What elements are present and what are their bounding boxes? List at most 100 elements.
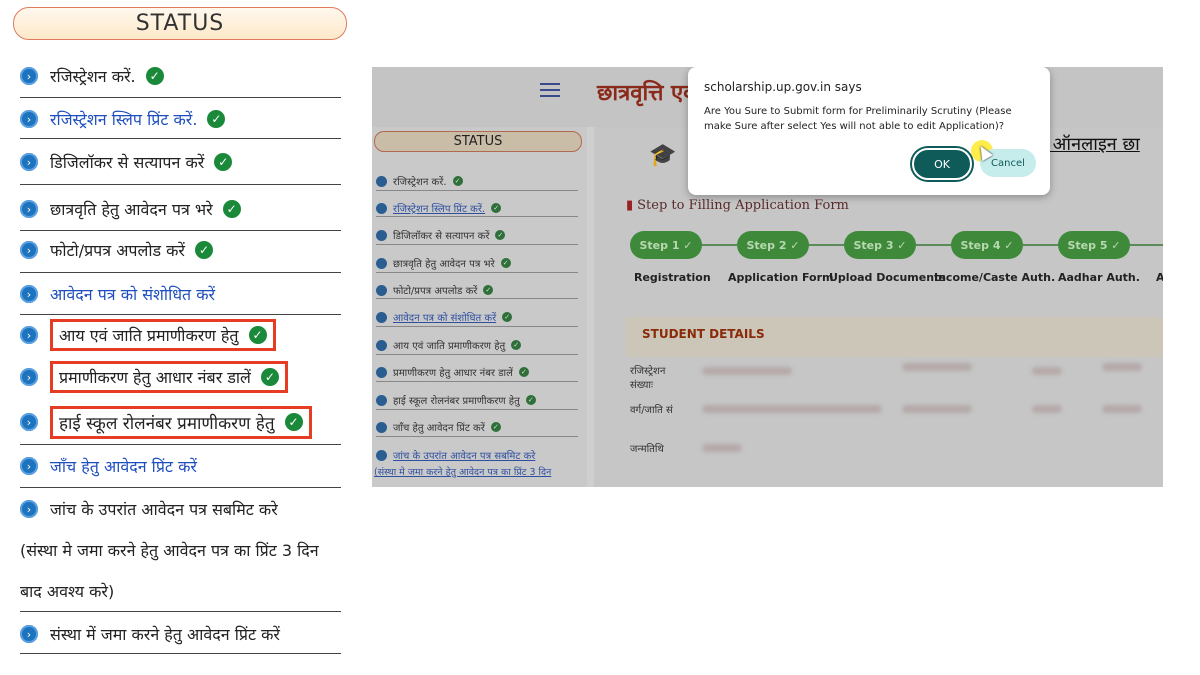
status-item-label: संस्था में जमा करने हेतु आवेदन प्रिंट कर… xyxy=(50,625,280,644)
blurred-value xyxy=(702,405,882,413)
dialog-title: scholarship.up.gov.in says xyxy=(704,80,862,94)
sidebar-item-label: हाई स्कूल रोलनंबर प्रमाणीकरण हेतु xyxy=(393,396,520,407)
chevron-right-icon: › xyxy=(20,110,38,128)
divider xyxy=(20,487,341,488)
status-item-edit-application[interactable]: › आवेदन पत्र को संशोधित करें xyxy=(20,282,341,306)
status-item-institute-print[interactable]: › संस्था में जमा करने हेतु आवेदन प्रिंट … xyxy=(20,622,341,646)
dialog-message: Are You Sure to Submit form for Prelimin… xyxy=(704,106,1012,132)
print-note-line-1: (संस्था मे जमा करने हेतु आवेदन पत्र का प… xyxy=(20,541,319,560)
chevron-right-icon: › xyxy=(20,457,38,475)
status-item-income-caste-auth[interactable]: › आय एवं जाति प्रमाणीकरण हेतु ✓ xyxy=(20,318,341,352)
sidebar-item[interactable]: रजिस्ट्रेशन करें. ✓ xyxy=(376,174,576,188)
step-heading-text: Step to Filling Application Form xyxy=(637,198,849,213)
status-item-registration[interactable]: › रजिस्ट्रेशन करें. ✓ xyxy=(20,64,341,88)
highlight-box: हाई स्कूल रोलनंबर प्रमाणीकरण हेतु ✓ xyxy=(50,405,312,439)
divider xyxy=(20,444,341,445)
blurred-value xyxy=(1102,405,1142,413)
status-item-registration-slip[interactable]: › रजिस्ट्रेशन स्लिप प्रिंट करें. ✓ xyxy=(20,107,341,131)
sidebar-item[interactable]: जाँच हेतु आवेदन प्रिंट करें ✓ xyxy=(376,420,576,434)
status-item-highschool-roll-auth[interactable]: › हाई स्कूल रोलनंबर प्रमाणीकरण हेतु ✓ xyxy=(20,403,341,441)
status-item-photo-upload[interactable]: › फोटो/प्रपत्र अपलोड करें ✓ xyxy=(20,238,341,262)
blurred-value xyxy=(1032,405,1062,413)
hamburger-menu-icon[interactable] xyxy=(540,83,560,97)
sidebar-item[interactable]: प्रमाणीकरण हेतु आधार नंबर डालें ✓ xyxy=(376,365,576,379)
ok-button[interactable]: OK xyxy=(912,148,972,180)
divider xyxy=(376,190,578,191)
check-icon: ✓ xyxy=(518,367,529,377)
status-item-label: रजिस्ट्रेशन स्लिप प्रिंट करें. xyxy=(50,110,198,129)
sidebar-item-label: डिजिलॉकर से सत्यापन करें xyxy=(393,231,490,242)
blurred-value xyxy=(702,367,792,375)
status-item-print-for-check[interactable]: › जाँच हेतु आवेदन प्रिंट करें xyxy=(20,454,341,478)
sidebar-item-label: आवेदन पत्र को संशोधित करें xyxy=(393,313,497,324)
sidebar-item-label: रजिस्ट्रेशन स्लिप प्रिंट करें. xyxy=(393,204,486,215)
sidebar-item[interactable]: छात्रवृति हेतु आवेदन पत्र भरे ✓ xyxy=(376,256,576,270)
divider xyxy=(20,272,341,273)
chevron-right-icon xyxy=(376,421,387,433)
check-icon: ✓ xyxy=(525,395,536,405)
sidebar-item-label: प्रमाणीकरण हेतु आधार नंबर डालें xyxy=(393,368,513,379)
sidebar-item[interactable]: आवेदन पत्र को संशोधित करें ✓ xyxy=(376,310,576,324)
check-icon: ✓ xyxy=(207,110,226,128)
blurred-value xyxy=(1102,363,1142,371)
check-icon: ✓ xyxy=(491,203,502,213)
sidebar-print-note[interactable]: (संस्था मे जमा करने हेतु आवेदन पत्र का प… xyxy=(374,465,551,478)
chevron-right-icon xyxy=(376,394,387,406)
step-pill-label: Step 3 xyxy=(853,238,894,252)
check-icon: ✓ xyxy=(483,285,494,295)
step-pill-label: Step 2 xyxy=(746,238,787,252)
step-4-pill: Step 4 ✓ xyxy=(951,231,1023,259)
check-icon: ✓ xyxy=(214,153,233,171)
step-6-label-partial: A xyxy=(1156,271,1163,284)
status-item-label: जांच के उपरांत आवेदन पत्र सबमिट करे xyxy=(50,500,278,519)
sidebar-item[interactable]: आय एवं जाति प्रमाणीकरण हेतु ✓ xyxy=(376,338,576,352)
field-label-registration: रजिस्ट्रेशन xyxy=(630,366,666,377)
document-icon: ▮ xyxy=(626,198,634,213)
sidebar-item[interactable]: जांच के उपरांत आवेदन पत्र सबमिट करे xyxy=(376,448,576,462)
graduation-cap-icon: 🎓 xyxy=(649,143,677,168)
sidebar-item[interactable]: फोटो/प्रपत्र अपलोड करें ✓ xyxy=(376,283,576,297)
chevron-right-icon: › xyxy=(20,413,38,431)
divider xyxy=(376,381,578,382)
chevron-right-icon xyxy=(376,175,387,187)
status-item-label: डिजिलॉकर से सत्यापन करें xyxy=(50,153,205,172)
check-icon: ✓ xyxy=(222,200,241,218)
step-heading: ▮ Step to Filling Application Form xyxy=(626,198,849,213)
step-1-pill: Step 1 ✓ xyxy=(630,231,702,259)
chevron-right-icon: › xyxy=(20,285,38,303)
highlight-box: प्रमाणीकरण हेतु आधार नंबर डालें ✓ xyxy=(50,361,288,393)
blurred-value xyxy=(702,444,742,452)
status-item-application-form[interactable]: › छात्रवृति हेतु आवेदन पत्र भरे ✓ xyxy=(20,197,341,221)
check-icon: ✓ xyxy=(145,67,164,85)
status-item-aadhar-auth[interactable]: › प्रमाणीकरण हेतु आधार नंबर डालें ✓ xyxy=(20,361,341,393)
status-item-submit-after-check[interactable]: › जांच के उपरांत आवेदन पत्र सबमिट करे xyxy=(20,497,341,521)
chevron-right-icon: › xyxy=(20,500,38,518)
chevron-right-icon xyxy=(376,229,387,241)
divider xyxy=(20,611,341,612)
chevron-right-icon: › xyxy=(20,368,38,386)
divider xyxy=(376,326,578,327)
sidebar-item-label: जांच के उपरांत आवेदन पत्र सबमिट करे xyxy=(393,451,536,462)
chevron-right-icon: › xyxy=(20,241,38,259)
sidebar-item[interactable]: हाई स्कूल रोलनंबर प्रमाणीकरण हेतु ✓ xyxy=(376,393,576,407)
status-item-label: फोटो/प्रपत्र अपलोड करें xyxy=(50,241,185,260)
field-label-number: संख्याः xyxy=(630,380,654,391)
step-2-pill: Step 2 ✓ xyxy=(737,231,809,259)
check-icon: ✓ xyxy=(260,368,279,386)
check-icon: ✓ xyxy=(284,413,303,431)
step-5-label: Aadhar Auth. xyxy=(1058,271,1140,284)
chevron-right-icon xyxy=(376,257,387,269)
divider xyxy=(20,97,341,98)
sidebar-item[interactable]: रजिस्ट्रेशन स्लिप प्रिंट करें. ✓ xyxy=(376,201,576,215)
divider xyxy=(376,272,578,273)
sidebar-item[interactable]: डिजिलॉकर से सत्यापन करें ✓ xyxy=(376,228,576,242)
divider xyxy=(376,244,578,245)
status-item-label: रजिस्ट्रेशन करें. xyxy=(50,67,136,86)
blurred-value xyxy=(902,363,972,371)
blurred-value xyxy=(1032,367,1062,375)
status-item-digilocker[interactable]: › डिजिलॉकर से सत्यापन करें ✓ xyxy=(20,150,341,174)
chevron-right-icon xyxy=(376,284,387,296)
chevron-right-icon xyxy=(376,311,387,323)
chevron-right-icon: › xyxy=(20,153,38,171)
check-icon: ✓ xyxy=(500,258,511,268)
